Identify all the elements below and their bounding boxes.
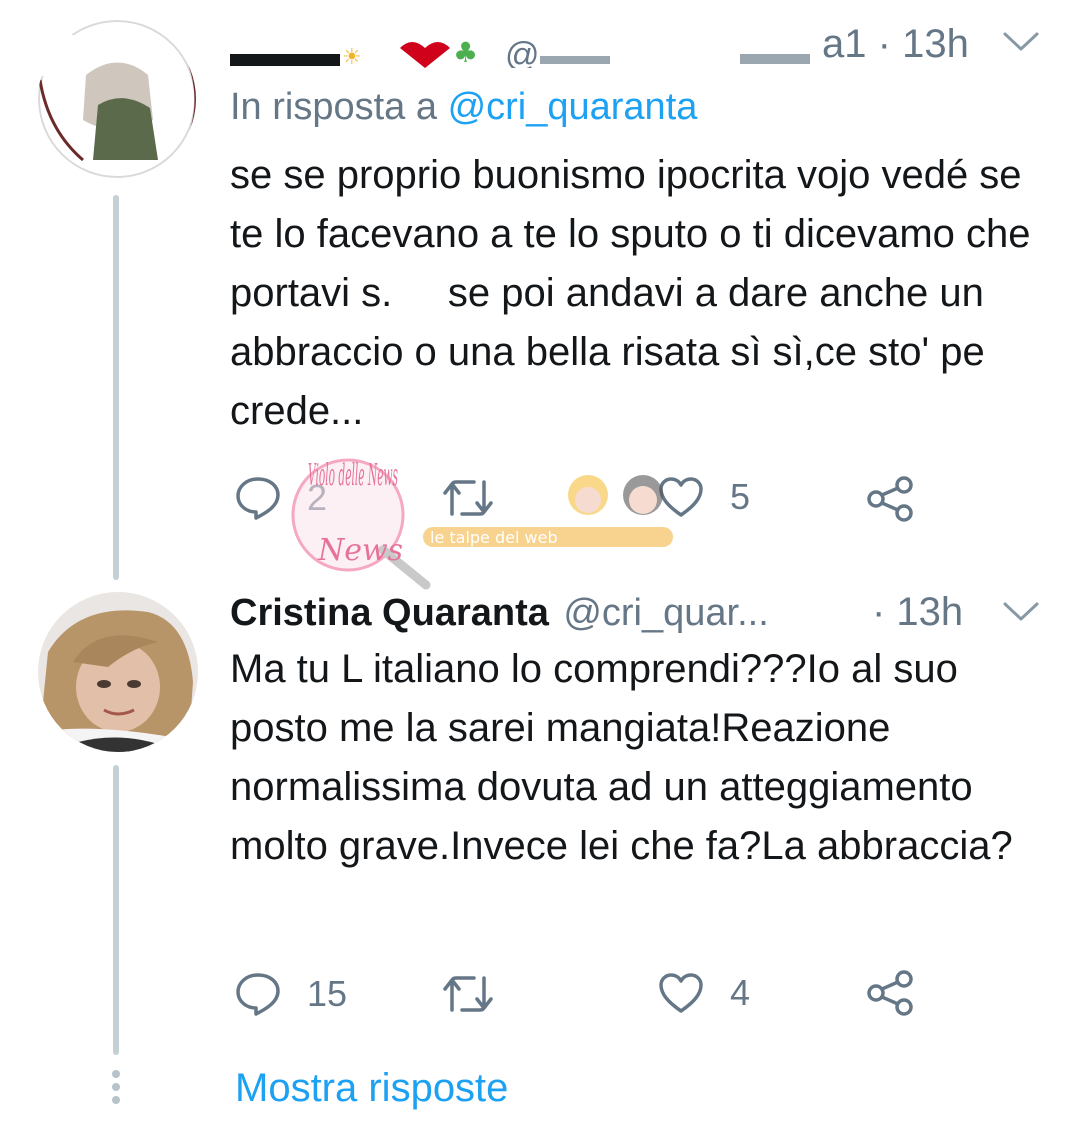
reply-count: 15 [307, 973, 348, 1014]
reply-to-label: In risposta a [230, 86, 437, 128]
like-icon [658, 972, 704, 1014]
tweet-text: Ma tu L italiano lo comprendi???Io al su… [230, 647, 1013, 868]
svg-text:☀: ☀ [342, 45, 362, 68]
svg-text:@: @ [505, 36, 540, 68]
obscured-name: ☀ ♣ @ [230, 28, 820, 68]
avatar[interactable] [38, 20, 196, 178]
thread-dots-icon [112, 1070, 120, 1109]
reply-mention-link[interactable]: @cri_quaranta [448, 86, 698, 128]
share-icon [866, 476, 914, 522]
tweet-text: se se proprio buonismo ipocrita vojo ved… [230, 153, 1042, 433]
chevron-down-icon[interactable] [1002, 30, 1040, 59]
chevron-down-icon[interactable] [1002, 600, 1040, 629]
share-button[interactable] [866, 970, 914, 1016]
like-count: 5 [730, 476, 751, 517]
like-count: 4 [730, 972, 751, 1013]
reply-count: 2 [307, 477, 328, 518]
like-icon [658, 476, 704, 518]
reply-button[interactable]: 2 [235, 476, 327, 520]
avatar[interactable] [38, 592, 198, 752]
retweet-icon [442, 478, 494, 518]
reply-icon [235, 972, 281, 1016]
like-button[interactable]: 5 [658, 476, 750, 518]
retweet-icon [442, 974, 494, 1014]
show-replies-link[interactable]: Mostra risposte [235, 1066, 508, 1111]
tweet-time: · 13h [872, 590, 964, 634]
watermark-banner-text: le talpe del web [430, 528, 558, 547]
tweet-time: 13h [902, 22, 969, 66]
thread-line-lower [113, 765, 119, 1055]
share-button[interactable] [866, 476, 914, 522]
reply-icon [235, 476, 281, 520]
time-separator: · [877, 22, 891, 66]
user-handle[interactable]: @cri_quar... [563, 592, 768, 634]
retweet-button[interactable] [442, 478, 520, 518]
share-icon [866, 970, 914, 1016]
thread-line-upper [113, 195, 119, 580]
retweet-button[interactable] [442, 974, 520, 1014]
like-button[interactable]: 4 [658, 972, 750, 1014]
handle-tail: a1 [822, 22, 867, 66]
reply-button[interactable]: 15 [235, 972, 347, 1016]
svg-text:News: News [317, 533, 403, 568]
display-name[interactable]: Cristina Quaranta [230, 592, 549, 634]
svg-text:♣: ♣ [453, 36, 478, 68]
